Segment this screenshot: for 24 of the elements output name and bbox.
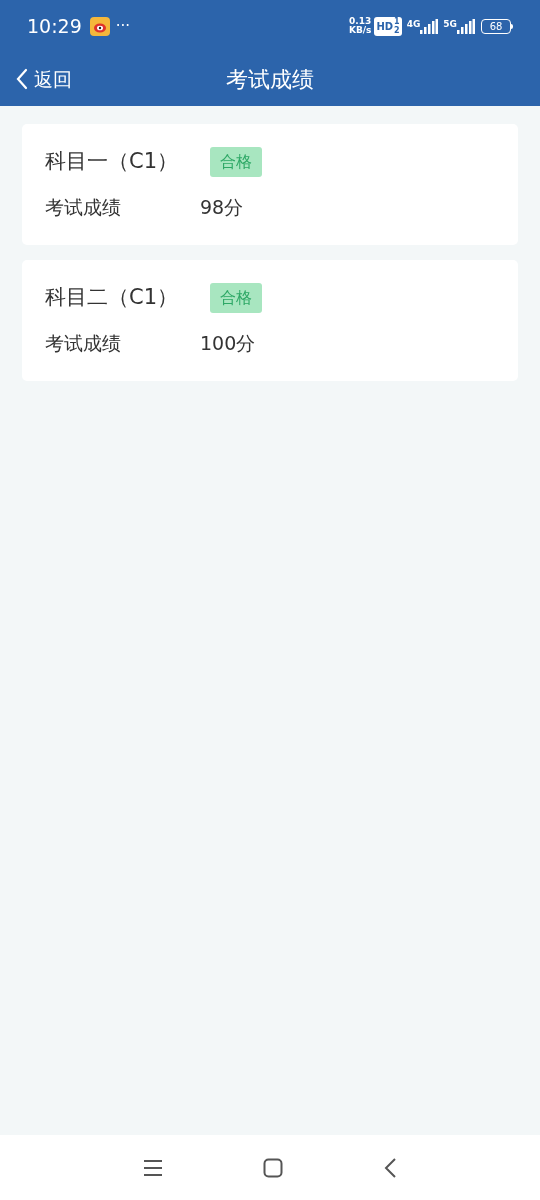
more-notifications-text: ··· — [115, 15, 131, 37]
home-icon[interactable] — [263, 1157, 283, 1178]
network-speed-value: 0.13 — [349, 17, 372, 26]
score-label: 考试成绩 — [45, 330, 122, 356]
network-type-label: 5G — [443, 18, 457, 29]
signal-icon — [457, 18, 475, 34]
menu-icon[interactable] — [143, 1158, 163, 1177]
score-value: 100分 — [200, 330, 256, 356]
page-title: 考试成绩 — [226, 65, 314, 94]
status-badge: 合格 — [210, 282, 262, 313]
subject-title: 科目一（C1） — [45, 148, 180, 175]
subject-title: 科目二（C1） — [45, 284, 180, 311]
network-type-label: 4G — [406, 18, 421, 29]
back-icon[interactable] — [383, 1156, 397, 1179]
back-chevron-icon — [16, 68, 28, 90]
score-value: 98分 — [200, 194, 244, 220]
app-notification-icon — [89, 16, 110, 36]
signal-icon — [420, 18, 439, 34]
status-badge: 合格 — [210, 146, 262, 177]
back-button[interactable]: 返回 — [0, 64, 72, 94]
battery-icon: 68 — [481, 18, 513, 34]
score-label: 考试成绩 — [45, 194, 122, 220]
clock-time: 10:29 — [27, 13, 82, 39]
network-speed-unit: KB/s — [348, 26, 372, 35]
